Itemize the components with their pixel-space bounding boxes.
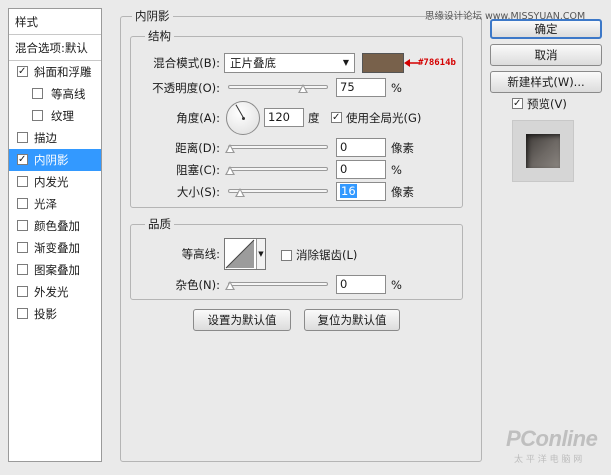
new-style-button[interactable]: 新建样式(W)... xyxy=(490,71,602,93)
blend-mode-select[interactable]: 正片叠底 ▼ xyxy=(224,53,355,73)
contour-checkbox[interactable] xyxy=(32,88,43,99)
bevel-emboss-checkbox[interactable] xyxy=(17,62,28,82)
noise-label: 杂色(N): xyxy=(175,278,220,292)
size-label: 大小(S): xyxy=(176,185,220,199)
outer-glow-checkbox[interactable] xyxy=(17,286,28,297)
chevron-down-icon[interactable]: ▼ xyxy=(256,239,265,269)
angle-label: 角度(A): xyxy=(176,111,220,125)
blend-options-label: 混合选项:默认 xyxy=(15,41,88,55)
style-item-gradient-overlay[interactable]: 渐变叠加 xyxy=(9,237,101,259)
styles-panel: 样式 混合选项:默认 斜面和浮雕 等高线 纹理 描边 内阴影 内发光 光泽 颜色… xyxy=(8,8,102,462)
contour-label: 等高线: xyxy=(181,247,220,261)
distance-slider-thumb[interactable] xyxy=(225,144,235,153)
style-item-label: 纹理 xyxy=(51,109,74,123)
opacity-input[interactable]: 75 xyxy=(336,78,386,97)
opacity-slider-thumb[interactable] xyxy=(298,84,308,93)
cancel-button[interactable]: 取消 xyxy=(490,44,602,66)
style-item-label: 投影 xyxy=(34,307,57,321)
pattern-overlay-checkbox[interactable] xyxy=(17,264,28,275)
opacity-label: 不透明度(O): xyxy=(152,81,220,95)
style-item-pattern-overlay[interactable]: 图案叠加 xyxy=(9,259,101,281)
choke-label: 阻塞(C): xyxy=(176,163,220,177)
angle-input[interactable]: 120 xyxy=(264,108,304,127)
style-item-label: 内阴影 xyxy=(34,153,69,167)
inner-shadow-title: 内阴影 xyxy=(132,9,173,23)
drop-shadow-checkbox[interactable] xyxy=(17,308,28,319)
global-light-checkbox[interactable] xyxy=(331,108,342,128)
texture-checkbox[interactable] xyxy=(32,110,43,121)
watermark-tagline: 太 平 洋 电 脑 网 xyxy=(514,455,583,465)
preview-swatch xyxy=(526,134,560,168)
distance-input[interactable]: 0 xyxy=(336,138,386,157)
blend-mode-value: 正片叠底 xyxy=(230,56,276,70)
size-unit: 像素 xyxy=(391,185,414,199)
style-item-inner-shadow[interactable]: 内阴影 xyxy=(9,149,101,171)
size-slider[interactable] xyxy=(228,187,328,197)
shadow-color-swatch[interactable] xyxy=(362,53,404,73)
style-item-label: 内发光 xyxy=(34,175,69,189)
contour-picker[interactable]: ▼ xyxy=(224,238,266,270)
angle-unit: 度 xyxy=(308,111,320,125)
style-item-stroke[interactable]: 描边 xyxy=(9,127,101,149)
set-default-button[interactable]: 设置为默认值 xyxy=(193,309,291,331)
gradient-overlay-checkbox[interactable] xyxy=(17,242,28,253)
stroke-checkbox[interactable] xyxy=(17,132,28,143)
style-item-texture[interactable]: 纹理 xyxy=(9,105,101,127)
noise-input[interactable]: 0 xyxy=(336,275,386,294)
contour-curve-icon xyxy=(225,239,255,269)
style-item-drop-shadow[interactable]: 投影 xyxy=(9,303,101,325)
noise-slider-thumb[interactable] xyxy=(225,281,235,290)
choke-unit: % xyxy=(391,163,402,177)
chevron-down-icon: ▼ xyxy=(342,58,349,67)
inner-shadow-checkbox[interactable] xyxy=(17,150,28,170)
color-overlay-checkbox[interactable] xyxy=(17,220,28,231)
style-item-outer-glow[interactable]: 外发光 xyxy=(9,281,101,303)
preview-checkbox[interactable] xyxy=(512,94,523,114)
distance-unit: 像素 xyxy=(391,141,414,155)
size-input[interactable]: 16 xyxy=(336,182,386,201)
style-preview xyxy=(512,120,574,182)
satin-checkbox[interactable] xyxy=(17,198,28,209)
choke-slider-thumb[interactable] xyxy=(225,166,235,175)
noise-slider[interactable] xyxy=(225,280,328,290)
choke-input[interactable]: 0 xyxy=(336,160,386,179)
inner-glow-checkbox[interactable] xyxy=(17,176,28,187)
style-item-label: 等高线 xyxy=(51,87,86,101)
reset-default-button[interactable]: 复位为默认值 xyxy=(304,309,400,331)
style-item-label: 外发光 xyxy=(34,285,69,299)
style-item-label: 颜色叠加 xyxy=(34,219,80,233)
anti-alias-label[interactable]: 消除锯齿(L) xyxy=(296,247,357,263)
global-light-label[interactable]: 使用全局光(G) xyxy=(346,110,421,126)
choke-slider[interactable] xyxy=(225,165,328,175)
style-item-color-overlay[interactable]: 颜色叠加 xyxy=(9,215,101,237)
blend-mode-label: 混合模式(B): xyxy=(153,56,220,70)
style-item-label: 渐变叠加 xyxy=(34,241,80,255)
opacity-unit: % xyxy=(391,81,402,95)
style-item-label: 斜面和浮雕 xyxy=(34,65,92,79)
style-item-bevel-emboss[interactable]: 斜面和浮雕 xyxy=(9,61,101,83)
style-item-satin[interactable]: 光泽 xyxy=(9,193,101,215)
style-item-label: 描边 xyxy=(34,131,57,145)
distance-slider[interactable] xyxy=(225,143,328,153)
style-item-label: 光泽 xyxy=(34,197,57,211)
styles-header[interactable]: 样式 xyxy=(9,11,101,33)
quality-title: 品质 xyxy=(145,217,174,231)
anti-alias-checkbox[interactable] xyxy=(281,250,292,261)
preview-label[interactable]: 预览(V) xyxy=(527,96,567,112)
opacity-slider[interactable] xyxy=(228,83,328,93)
blend-options-item[interactable]: 混合选项:默认 xyxy=(9,37,101,59)
style-item-contour[interactable]: 等高线 xyxy=(9,83,101,105)
ok-button[interactable]: 确定 xyxy=(490,19,602,39)
watermark-brand: PConline xyxy=(506,426,598,451)
size-slider-thumb[interactable] xyxy=(235,188,245,197)
style-item-label: 图案叠加 xyxy=(34,263,80,277)
distance-label: 距离(D): xyxy=(175,141,220,155)
styles-header-label: 样式 xyxy=(15,15,38,29)
style-item-inner-glow[interactable]: 内发光 xyxy=(9,171,101,193)
noise-unit: % xyxy=(391,278,402,292)
structure-title: 结构 xyxy=(145,29,174,43)
angle-dial[interactable] xyxy=(226,101,260,135)
color-annotation: #78614b xyxy=(418,58,456,68)
